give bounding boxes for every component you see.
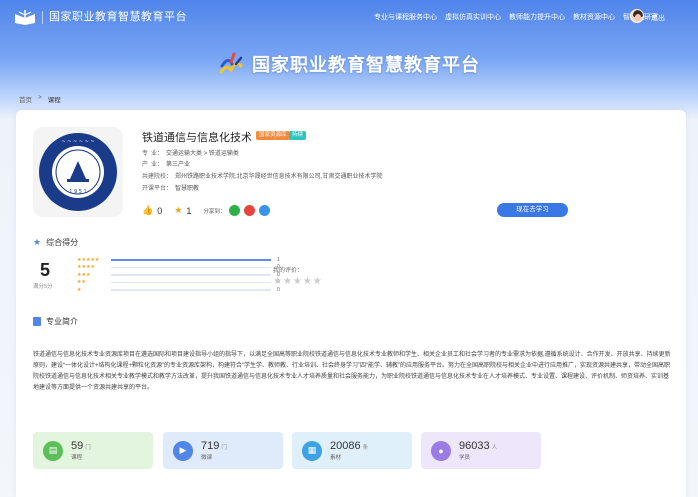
- rating-section-title: 综合得分: [46, 238, 79, 247]
- nav-item-teacher-ability[interactable]: 教师能力提升中心: [509, 12, 565, 22]
- score-subtitle: 满分5分: [33, 284, 53, 290]
- rating-row-2: ★★ 0: [77, 279, 280, 286]
- main-nav: 专业与课程服务中心 虚拟仿真实训中心 教师能力提升中心 教材资源中心 智慧教研室: [374, 12, 658, 22]
- platform-value: 智慧职教: [175, 186, 200, 192]
- favorites-count: 1: [186, 205, 192, 216]
- wechat-share-icon[interactable]: [229, 205, 241, 216]
- rating-row-1: ★ 0: [77, 286, 280, 293]
- file-icon: ▦: [302, 440, 322, 461]
- school-seal-icon: 1 9 5 1 ~ ~ ~ ~ ~ ~: [39, 133, 117, 211]
- school-seal-image: 1 9 5 1 ~ ~ ~ ~ ~ ~: [33, 127, 123, 217]
- meta-platform: 开课平台： 智慧职教: [142, 186, 200, 192]
- star-section-icon: ★: [33, 237, 42, 247]
- my-rating-stars[interactable]: ★★★★★: [273, 276, 323, 287]
- meta-industry: 产业： 第三产业: [142, 162, 191, 168]
- intro-section-title: 专业简介: [46, 317, 78, 326]
- svg-text:~ ~ ~ ~ ~ ~: ~ ~ ~ ~ ~ ~: [61, 139, 94, 145]
- rating-distribution: ★★★★★ 1 ★★★★ 0 ★★★ 0 ★★ 0 ★ 0: [77, 256, 280, 294]
- logout-link[interactable]: 退出: [651, 13, 665, 23]
- hero-banner: 国家职业教育智慧教育平台: [0, 44, 698, 84]
- tag-ongoing: 持续: [289, 131, 307, 140]
- overall-score: 5: [40, 260, 51, 280]
- industry-value: 第三产业: [166, 162, 191, 168]
- svg-text:1 9 5 1: 1 9 5 1: [69, 189, 87, 195]
- thumbs-up-icon[interactable]: 👍: [142, 205, 153, 216]
- rating-row-5: ★★★★★ 1: [77, 256, 280, 263]
- intro-section-header: 专业简介: [33, 316, 78, 327]
- meta-schools: 共建院校： 郑州铁路职业技术学院,北京华晟经世信息技术有限公司,甘肃交通职业技术学…: [142, 174, 383, 180]
- study-now-button[interactable]: 现在去学习: [497, 203, 568, 217]
- rating-row-3: ★★★ 0: [77, 271, 280, 278]
- stat-materials: ▦ 20086 条 素材: [292, 432, 412, 469]
- weibo-share-icon[interactable]: [244, 205, 256, 216]
- user-avatar[interactable]: [630, 9, 644, 23]
- rating-bar-fill: [111, 259, 271, 261]
- breadcrumb-current: 课程: [47, 97, 61, 104]
- nav-item-virtual-training[interactable]: 虚拟仿真实训中心: [445, 12, 501, 22]
- nav-item-textbook-resources[interactable]: 教材资源中心: [573, 12, 615, 22]
- stat-microcourses: ▶ 719 门 微课: [163, 432, 283, 469]
- rating-section-header: ★ 综合得分: [33, 237, 78, 248]
- breadcrumb: 首页 > 课程: [19, 94, 61, 104]
- stat-learners: ● 96033 人 学员: [421, 432, 541, 469]
- breadcrumb-separator: >: [38, 94, 42, 101]
- rating-row-4: ★★★★ 0: [77, 264, 280, 271]
- share-label: 分享到：: [203, 208, 226, 215]
- platform-emblem-icon: [219, 52, 243, 74]
- schools-value: 郑州铁路职业技术学院,北京华晟经世信息技术有限公司,甘肃交通职业技术学院: [175, 174, 383, 180]
- my-rating-label: 我的评价：: [273, 268, 304, 274]
- stat-courses: ▤ 59 门 课程: [33, 432, 153, 469]
- user-icon: ●: [431, 440, 451, 461]
- hero-title: 国家职业教育智慧教育平台: [252, 55, 480, 75]
- document-icon: [33, 317, 41, 326]
- course-detail-card: 1 9 5 1 ~ ~ ~ ~ ~ ~ 铁道通信与信息化技术 国家资源库 持续 …: [16, 110, 686, 497]
- engagement-row: 👍 0 ★ 1 分享到：: [142, 205, 271, 216]
- site-name: 国家职业教育智慧教育平台: [42, 10, 187, 24]
- breadcrumb-home[interactable]: 首页: [19, 94, 32, 104]
- tag-national-resource: 国家资源库: [256, 131, 290, 140]
- intro-text: 铁道通信与信息化技术专业资源库项目在遴选国际和项目建设指导小组的指导下，以满足全…: [33, 352, 671, 391]
- top-navigation-bar: 国家职业教育智慧教育平台 专业与课程服务中心 虚拟仿真实训中心 教师能力提升中心…: [0, 0, 698, 34]
- video-icon: ▶: [173, 440, 193, 461]
- major-value: 交通运输大类 > 铁道运输类: [166, 151, 239, 157]
- meta-major: 专业： 交通运输大类 > 铁道运输类: [142, 151, 239, 157]
- course-title: 铁道通信与信息化技术: [142, 132, 252, 144]
- likes-count: 0: [157, 205, 163, 216]
- open-book-logo-icon: [15, 10, 35, 25]
- site-logo[interactable]: 国家职业教育智慧教育平台: [14, 9, 187, 25]
- qq-share-icon[interactable]: [259, 205, 271, 216]
- nav-item-course-service[interactable]: 专业与课程服务中心: [374, 12, 437, 22]
- book-icon: ▤: [43, 440, 63, 461]
- star-icon[interactable]: ★: [174, 205, 182, 216]
